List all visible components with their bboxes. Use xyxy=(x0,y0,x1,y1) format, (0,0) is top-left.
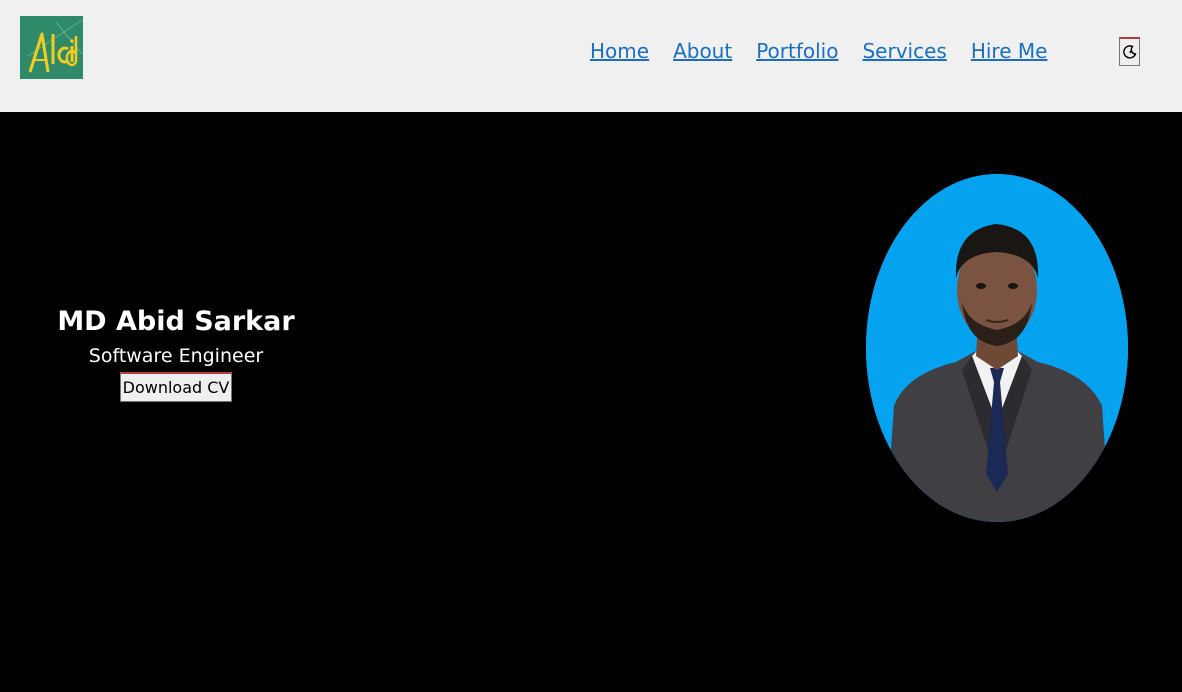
profile-photo-icon xyxy=(866,174,1128,522)
site-logo[interactable] xyxy=(20,16,83,79)
hero-intro: MD Abid Sarkar Software Engineer Downloa… xyxy=(56,304,296,402)
main-nav: Home About Portfolio Services Hire Me xyxy=(590,36,1047,66)
profile-photo xyxy=(866,174,1128,522)
hero-role: Software Engineer xyxy=(88,345,264,367)
nav-services-link[interactable]: Services xyxy=(862,36,946,66)
download-cv-button[interactable]: Download CV xyxy=(119,372,233,402)
nav-about-link[interactable]: About xyxy=(673,36,732,66)
hero-name: MD Abid Sarkar xyxy=(57,306,295,337)
nav-home-link[interactable]: Home xyxy=(590,36,649,66)
nav-hire-me-link[interactable]: Hire Me xyxy=(971,36,1048,66)
theme-toggle-button[interactable] xyxy=(1119,37,1140,66)
hero-section: MD Abid Sarkar Software Engineer Downloa… xyxy=(0,112,1182,692)
logo-mark-icon xyxy=(20,16,83,79)
site-header: Home About Portfolio Services Hire Me xyxy=(0,0,1182,112)
moon-icon xyxy=(1122,45,1136,59)
nav-portfolio-link[interactable]: Portfolio xyxy=(756,36,838,66)
